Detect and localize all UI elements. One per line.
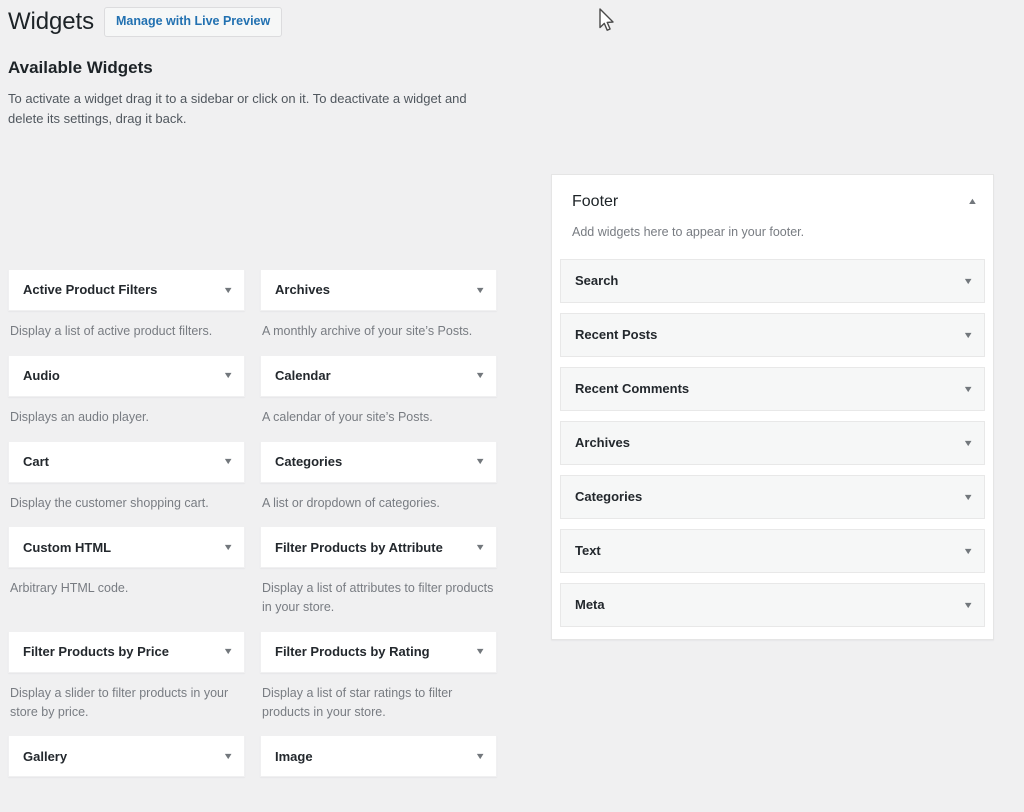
available-widget-title: Gallery bbox=[23, 748, 68, 764]
available-widget-cell: Archives ▼ A monthly archive of your site’… bbox=[260, 269, 497, 355]
available-widget-description bbox=[8, 777, 245, 812]
chevron-down-icon[interactable]: ▼ bbox=[215, 647, 234, 656]
available-widget-description bbox=[260, 777, 497, 812]
chevron-down-icon[interactable]: ▼ bbox=[215, 542, 234, 552]
available-widget-title: Filter Products by Attribute bbox=[275, 539, 443, 555]
footer-sidebar-widget-title: Categories bbox=[575, 489, 643, 505]
footer-sidebar-widget-title: Text bbox=[575, 543, 601, 559]
chevron-down-icon[interactable]: ▼ bbox=[467, 457, 486, 466]
chevron-down-icon[interactable]: ▼ bbox=[955, 600, 974, 610]
available-widgets-heading: Available Widgets bbox=[8, 58, 153, 77]
footer-sidebar-description: Add widgets here to appear in your foote… bbox=[572, 225, 805, 240]
available-widget-cell: Image ▼ bbox=[260, 735, 497, 812]
available-widget-title: Archives bbox=[275, 282, 330, 298]
available-widget[interactable]: Cart ▼ bbox=[8, 440, 245, 483]
footer-sidebar-header: Footer ▲ Add widgets here to appear in y… bbox=[560, 191, 985, 242]
footer-sidebar-widget[interactable]: Text ▼ bbox=[560, 529, 985, 574]
chevron-down-icon[interactable]: ▼ bbox=[955, 384, 974, 394]
footer-sidebar-widget-list: Search ▼ Recent Posts ▼ Recent Comments ▼ Arch… bbox=[560, 259, 985, 628]
available-widget-title: Filter Products by Rating bbox=[275, 644, 430, 660]
footer-sidebar-panel: Footer ▲ Add widgets here to appear in y… bbox=[551, 174, 994, 641]
available-widget-title: Filter Products by Price bbox=[23, 644, 169, 660]
footer-sidebar-widget[interactable]: Recent Posts ▼ bbox=[560, 313, 985, 358]
footer-sidebar-widget[interactable]: Meta ▼ bbox=[560, 583, 985, 628]
available-widget-title: Audio bbox=[23, 368, 60, 384]
chevron-down-icon[interactable]: ▼ bbox=[955, 492, 974, 502]
available-widget-description: Display the customer shopping cart. bbox=[10, 495, 209, 510]
available-widget-description: Display a list of active product filters… bbox=[10, 324, 213, 339]
available-widget-description: A monthly archive of your site’s Posts. bbox=[262, 324, 473, 339]
available-widget[interactable]: Filter Products by Price ▼ bbox=[8, 630, 245, 673]
footer-sidebar-widget[interactable]: Archives ▼ bbox=[560, 421, 985, 466]
footer-sidebar-title: Footer bbox=[572, 193, 619, 211]
available-widget-cell: Filter Products by Price ▼ Display a slide… bbox=[8, 630, 245, 736]
available-widget-cell: Gallery ▼ bbox=[8, 735, 245, 812]
available-widget-title: Cart bbox=[23, 453, 50, 469]
footer-sidebar-widget-title: Recent Posts bbox=[575, 327, 658, 343]
available-widget-cell: Filter Products by Attribute ▼ Display a l… bbox=[260, 526, 497, 631]
available-widgets-section-header: Available Widgets To activate a widget d… bbox=[0, 56, 1024, 129]
available-widgets-grid: Active Product Filters ▼ Display a list of… bbox=[8, 269, 506, 812]
chevron-down-icon[interactable]: ▼ bbox=[215, 371, 234, 380]
available-widget-description: Displays an audio player. bbox=[10, 409, 149, 424]
chevron-down-icon[interactable]: ▼ bbox=[467, 285, 486, 295]
chevron-down-icon[interactable]: ▼ bbox=[215, 285, 234, 295]
footer-sidebar-widget-title: Search bbox=[575, 273, 619, 289]
page-header: Widgets Manage with Live Preview bbox=[0, 0, 1024, 37]
available-widget-cell: Calendar ▼ A calendar of your site’s Posts… bbox=[260, 354, 497, 441]
available-widget-description: Display a list of star ratings to filter… bbox=[262, 685, 453, 719]
chevron-up-icon[interactable]: ▲ bbox=[962, 195, 983, 208]
available-widget-cell: Active Product Filters ▼ Display a list of… bbox=[8, 269, 245, 355]
manage-with-live-preview-button[interactable]: Manage with Live Preview bbox=[104, 7, 283, 37]
chevron-down-icon[interactable]: ▼ bbox=[467, 647, 486, 656]
available-widget-title: Image bbox=[275, 748, 313, 764]
available-widget-description: Arbitrary HTML code. bbox=[10, 581, 129, 596]
footer-sidebar-widget[interactable]: Recent Comments ▼ bbox=[560, 367, 985, 412]
chevron-down-icon[interactable]: ▼ bbox=[467, 371, 486, 380]
footer-sidebar-widget-title: Meta bbox=[575, 597, 605, 613]
available-widget[interactable]: Filter Products by Attribute ▼ bbox=[260, 526, 497, 569]
available-widget[interactable]: Image ▼ bbox=[260, 735, 497, 778]
footer-sidebar-widget[interactable]: Search ▼ bbox=[560, 259, 985, 304]
available-widgets-description: To activate a widget drag it to a sideba… bbox=[8, 90, 467, 126]
footer-sidebar-widget-title: Archives bbox=[575, 435, 630, 451]
chevron-down-icon[interactable]: ▼ bbox=[467, 542, 486, 552]
available-widget[interactable]: Categories ▼ bbox=[260, 440, 497, 483]
available-widget[interactable]: Filter Products by Rating ▼ bbox=[260, 630, 497, 673]
available-widget-title: Calendar bbox=[275, 368, 331, 384]
available-widget-title: Active Product Filters bbox=[23, 282, 158, 298]
footer-sidebar-widget-title: Recent Comments bbox=[575, 381, 690, 397]
available-widget-description: A list or dropdown of categories. bbox=[262, 495, 440, 510]
available-widget-cell: Categories ▼ A list or dropdown of categor… bbox=[260, 440, 497, 527]
available-widget-description: Display a slider to filter products in y… bbox=[10, 685, 229, 719]
available-widget-cell: Audio ▼ Displays an audio player. bbox=[8, 354, 245, 441]
widgets-admin-page: Widgets Manage with Live Preview Availab… bbox=[0, 0, 1024, 778]
available-widget[interactable]: Calendar ▼ bbox=[260, 354, 497, 397]
chevron-down-icon[interactable]: ▼ bbox=[215, 751, 234, 761]
chevron-down-icon[interactable]: ▼ bbox=[215, 457, 234, 466]
available-widget[interactable]: Archives ▼ bbox=[260, 269, 497, 312]
available-widget[interactable]: Custom HTML ▼ bbox=[8, 526, 245, 569]
available-widget-cell: Custom HTML ▼ Arbitrary HTML code. bbox=[8, 526, 245, 631]
footer-sidebar-widget[interactable]: Categories ▼ bbox=[560, 475, 985, 520]
page-title: Widgets bbox=[8, 8, 94, 36]
chevron-down-icon[interactable]: ▼ bbox=[955, 330, 974, 340]
available-widget-cell: Cart ▼ Display the customer shopping cart. bbox=[8, 440, 245, 527]
available-widget-description: A calendar of your site’s Posts. bbox=[262, 409, 433, 424]
available-widget-title: Categories bbox=[275, 453, 343, 469]
chevron-down-icon[interactable]: ▼ bbox=[467, 751, 486, 761]
available-widget-cell: Filter Products by Rating ▼ Display a list… bbox=[260, 630, 497, 736]
chevron-down-icon[interactable]: ▼ bbox=[955, 276, 974, 286]
available-widget-description: Display a list of attributes to filter p… bbox=[262, 581, 494, 615]
available-widget-title: Custom HTML bbox=[23, 539, 112, 555]
chevron-down-icon[interactable]: ▼ bbox=[955, 438, 974, 448]
chevron-down-icon[interactable]: ▼ bbox=[955, 546, 974, 556]
available-widget[interactable]: Gallery ▼ bbox=[8, 735, 245, 778]
available-widget[interactable]: Active Product Filters ▼ bbox=[8, 269, 245, 312]
available-widget[interactable]: Audio ▼ bbox=[8, 354, 245, 397]
